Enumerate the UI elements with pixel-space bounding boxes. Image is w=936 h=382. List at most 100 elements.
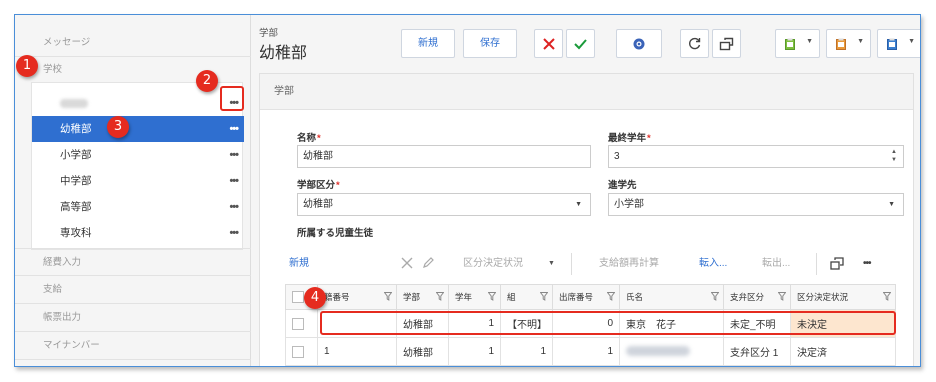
transfer-in-button[interactable]: 転入...: [699, 247, 727, 281]
blue-clipboard-dropdown[interactable]: ▼: [877, 29, 920, 58]
checkbox[interactable]: [292, 317, 304, 330]
chevron-down-icon: ▼: [806, 38, 813, 45]
help-button[interactable]: [616, 29, 662, 58]
sidebar-item-advanced[interactable]: 専攻科 •••: [32, 220, 244, 246]
sidebar-item-label: 中学部: [60, 175, 92, 187]
refresh-icon: [689, 37, 701, 50]
cell-support: 支弁区分 1: [723, 337, 791, 366]
chevron-down-icon: ▼: [908, 38, 915, 45]
name-redacted: [626, 346, 690, 357]
divider: [571, 253, 572, 275]
col-header-dept[interactable]: 学部: [396, 284, 449, 310]
grid-header-row: 籍番号 学部 学年 組 出席番号 氏名 支弁区分 区分決定状況: [285, 284, 896, 310]
filter-icon[interactable]: [711, 292, 719, 301]
orange-clipboard-dropdown[interactable]: ▼: [826, 29, 871, 58]
delete-icon[interactable]: [401, 247, 413, 281]
col-header-id[interactable]: 籍番号: [317, 284, 397, 310]
clipboard-icon: [887, 38, 897, 50]
new-button[interactable]: 新規: [401, 29, 455, 58]
grid-new-button[interactable]: 新規: [289, 247, 309, 281]
checkbox[interactable]: [292, 345, 304, 358]
sidebar-section-expenses[interactable]: 経費入力: [15, 248, 251, 276]
sidebar-section-mynumber[interactable]: マイナンバー: [15, 332, 251, 360]
sidebar-section-messages[interactable]: メッセージ: [15, 29, 251, 57]
last-grade-stepper[interactable]: 3 ▲ ▼: [608, 145, 904, 168]
help-icon: [633, 38, 645, 49]
filter-icon[interactable]: [384, 292, 392, 301]
cell-attendance: 1: [552, 337, 620, 366]
window-icon[interactable]: [830, 247, 844, 281]
sidebar-section-payment[interactable]: 支給: [15, 276, 251, 304]
annotation-badge-1: 1: [16, 55, 38, 77]
confirm-button[interactable]: [566, 29, 595, 58]
green-clipboard-dropdown[interactable]: ▼: [775, 29, 820, 58]
sidebar-item-elementary[interactable]: 小学部 •••: [32, 142, 244, 168]
refresh-button[interactable]: [680, 29, 709, 58]
more-icon[interactable]: •••: [229, 168, 239, 194]
edit-icon[interactable]: [422, 247, 434, 281]
col-header-class[interactable]: 組: [500, 284, 553, 310]
grid-toolbar: 新規 区分決定状況 ▼ 支給額再計算 転入... 転出... •••: [281, 247, 891, 281]
next-dept-label: 進学先: [608, 180, 637, 191]
divider: [816, 253, 817, 275]
row-select-cell[interactable]: [285, 337, 318, 366]
more-icon[interactable]: •••: [229, 142, 239, 168]
save-button[interactable]: 保存: [463, 29, 517, 58]
more-icon[interactable]: •••: [229, 116, 239, 142]
close-icon: [542, 37, 555, 50]
sidebar: メッセージ 学校 ••• 幼稚部 ••• 小学部 ••• 中学部 ••• 高等部…: [15, 15, 251, 366]
sidebar-item-label: 幼稚部: [60, 123, 92, 135]
sidebar-item-label: 専攻科: [60, 227, 92, 239]
school-name-redacted: [60, 98, 88, 108]
more-icon[interactable]: •••: [229, 220, 239, 246]
col-header-attendance[interactable]: 出席番号: [552, 284, 620, 310]
cell-class: 1: [500, 337, 553, 366]
col-header-grade[interactable]: 学年: [448, 284, 501, 310]
col-header-name[interactable]: 氏名: [619, 284, 724, 310]
cell-id: 1: [317, 337, 397, 366]
cancel-button[interactable]: [534, 29, 563, 58]
status-dropdown[interactable]: 区分決定状況: [463, 247, 523, 281]
division-select[interactable]: 幼稚部 ▼: [297, 193, 591, 216]
more-icon[interactable]: •••: [863, 247, 871, 281]
col-header-support[interactable]: 支弁区分: [723, 284, 791, 310]
filter-icon[interactable]: [540, 292, 548, 301]
checkbox[interactable]: [292, 291, 304, 303]
sidebar-item-label: 高等部: [60, 201, 92, 213]
annotation-badge-4: 4: [304, 287, 326, 309]
recalc-button[interactable]: 支給額再計算: [599, 247, 659, 281]
annotation-badge-3: 3: [107, 116, 129, 138]
sidebar-section-reports[interactable]: 帳票出力: [15, 304, 251, 332]
sidebar-item-school[interactable]: •••: [32, 90, 244, 116]
row-select-cell[interactable]: [285, 309, 318, 338]
table-row[interactable]: 1 幼稚部 1 1 1 支弁区分 1 決定済: [285, 337, 896, 366]
transfer-out-button[interactable]: 転出...: [762, 247, 790, 281]
panel-title: 学部: [260, 74, 913, 110]
sidebar-item-junior-high[interactable]: 中学部 •••: [32, 168, 244, 194]
sidebar-item-kindergarten[interactable]: 幼稚部 •••: [32, 116, 244, 142]
more-icon[interactable]: •••: [229, 194, 239, 220]
name-field[interactable]: 幼稚部: [297, 145, 591, 168]
app-window: メッセージ 学校 ••• 幼稚部 ••• 小学部 ••• 中学部 ••• 高等部…: [14, 14, 921, 367]
popout-button[interactable]: [712, 29, 741, 58]
filter-icon[interactable]: [488, 292, 496, 301]
filter-icon[interactable]: [607, 292, 615, 301]
col-header-status[interactable]: 区分決定状況: [790, 284, 896, 310]
filter-icon[interactable]: [883, 292, 891, 301]
annotation-box-more: [220, 86, 244, 111]
clipboard-icon: [785, 38, 795, 50]
next-dept-value: 小学部: [614, 199, 644, 210]
sidebar-item-high[interactable]: 高等部 •••: [32, 194, 244, 220]
filter-icon[interactable]: [778, 292, 786, 301]
filter-icon[interactable]: [436, 292, 444, 301]
spinner-icon[interactable]: ▲ ▼: [891, 148, 897, 164]
cell-name: [619, 337, 724, 366]
chevron-down-icon[interactable]: ▼: [548, 247, 555, 281]
cell-grade: 1: [448, 337, 501, 366]
division-value: 幼稚部: [303, 199, 333, 210]
sidebar-item-label: 小学部: [60, 149, 92, 161]
check-icon: [574, 38, 587, 49]
next-dept-select[interactable]: 小学部 ▼: [608, 193, 904, 216]
annotation-badge-2: 2: [196, 70, 218, 92]
last-grade-value: 3: [614, 151, 620, 162]
